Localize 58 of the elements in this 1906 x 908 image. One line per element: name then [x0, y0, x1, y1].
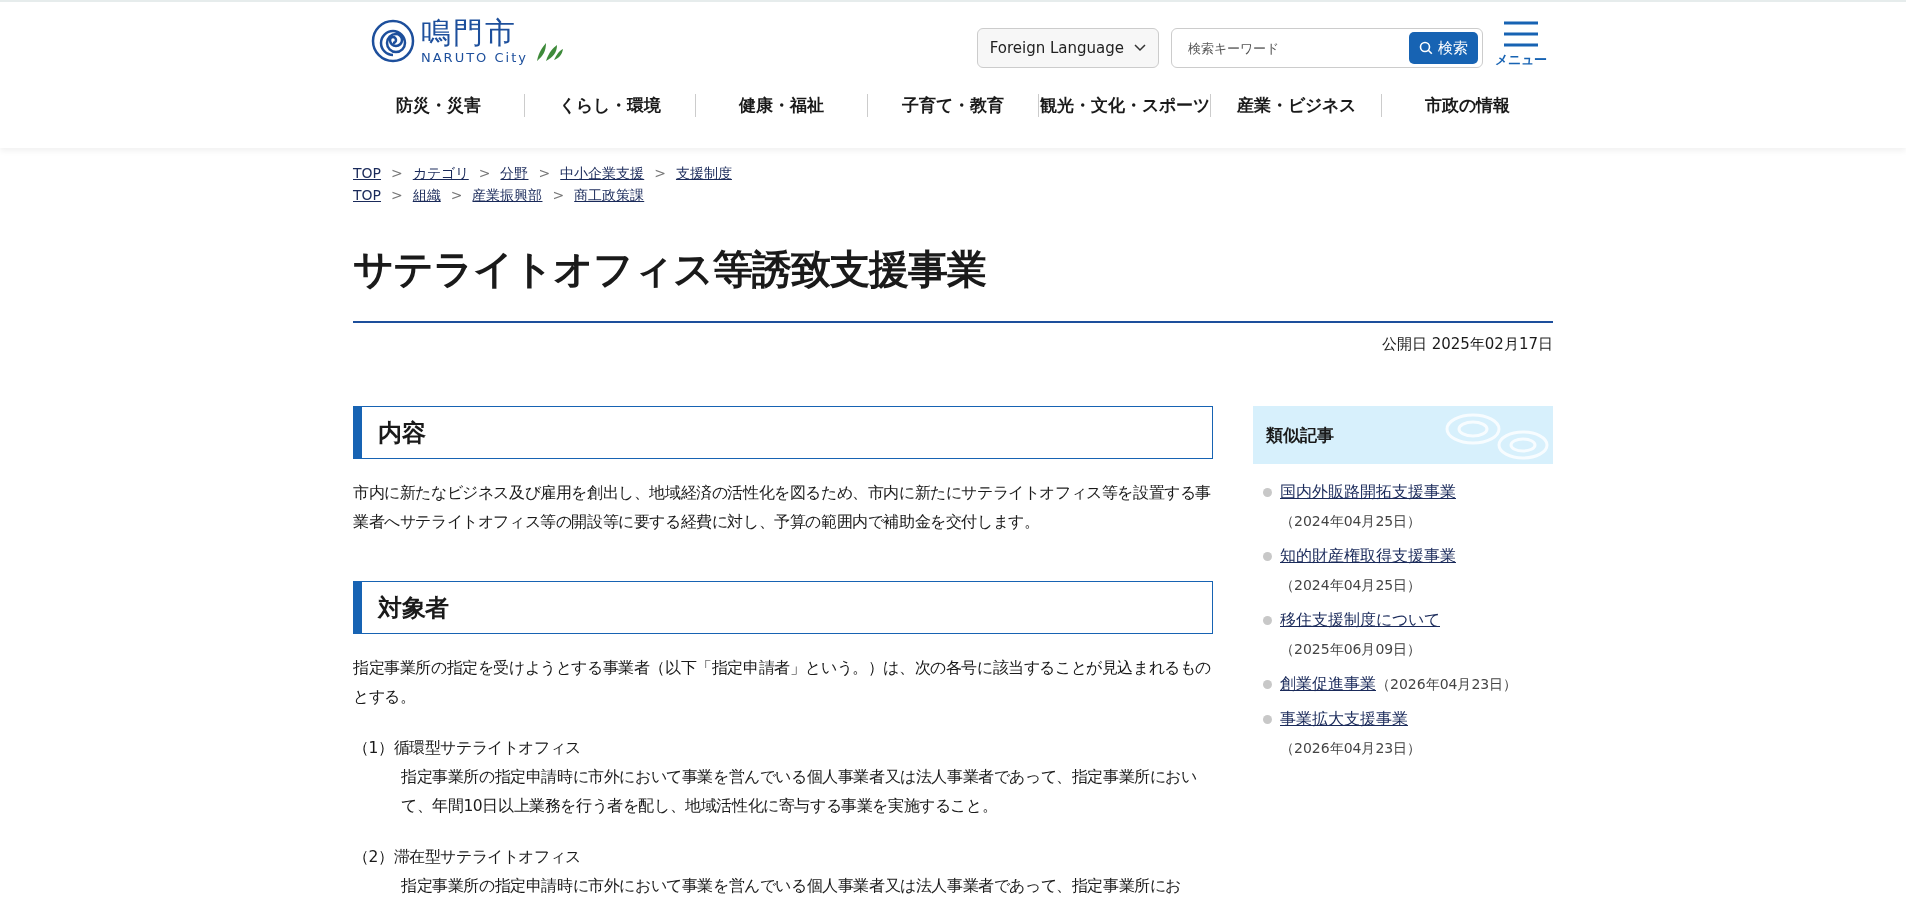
search-button[interactable]: 検索 — [1409, 32, 1478, 64]
nav-link[interactable]: 市政の情報 — [1381, 93, 1554, 117]
breadcrumb-link[interactable]: 分野 — [500, 165, 529, 181]
paragraph: 市内に新たなビジネス及び雇用を創出し、地域経済の活性化を図るため、市内に新たにサテライトオフィス等を設置する事業者へサテライトオフィス等の開設等に要する経費に対し、予算の範囲内で補助金を交付します。 — [353, 483, 1212, 533]
item-label: （1）循環型サテライトオフィス — [353, 738, 582, 759]
breadcrumb-link[interactable]: 組織 — [412, 187, 441, 203]
article-link[interactable]: 知的財産権取得支援事業 — [1280, 542, 1456, 571]
bullet-icon — [1263, 552, 1272, 561]
breadcrumb-separator: > — [391, 165, 403, 181]
page-title: サテライトオフィス等誘致支援事業 — [353, 242, 1553, 323]
language-dropdown[interactable]: Foreign Language — [976, 28, 1159, 68]
breadcrumb-separator: > — [450, 187, 463, 203]
breadcrumb-separator: > — [654, 165, 666, 181]
chevron-down-icon — [1134, 44, 1146, 52]
breadcrumb-link[interactable]: TOP — [353, 187, 381, 203]
nav-link[interactable]: 観光・文化・スポーツ — [1038, 93, 1210, 117]
menu-button[interactable]: メニュー — [1495, 20, 1547, 69]
site-logo[interactable]: 鳴門市 NARUTO City — [371, 16, 564, 65]
nav-link[interactable]: 健康・福祉 — [695, 93, 867, 117]
breadcrumb-separator: > — [478, 165, 491, 181]
bullet-icon — [1263, 715, 1272, 724]
paragraph: 指定事業所の指定申請時に市外において事業を営んでいる個人事業者又は法人事業者であって、指定事業所において、年間10日以上業務を行う者を配し、地域活性化に寄与する事業を実施すること。 — [400, 767, 1198, 817]
article-link[interactable]: 事業拡大支援事業 — [1280, 705, 1408, 734]
bullet-icon — [1263, 616, 1272, 625]
article-link[interactable]: 創業促進事業 — [1280, 670, 1376, 699]
article-link[interactable]: 移住支援制度について — [1280, 606, 1440, 635]
paragraph: 指定事業所の指定を受けようとする事業者（以下「指定申請者」という。）は、次の各号に該当することが見込まれるものとする。 — [353, 658, 1212, 708]
breadcrumb-link[interactable]: 中小企業支援 — [560, 165, 645, 181]
section-heading: 内容 — [353, 406, 1213, 459]
nav-link[interactable]: くらし・環境 — [523, 93, 696, 117]
article-date: （2026年04月23日） — [1376, 675, 1518, 694]
published-date: 公開日 2025年02月17日 — [1380, 335, 1553, 354]
breadcrumb-separator: > — [552, 187, 565, 203]
breadcrumb-separator: > — [538, 165, 551, 181]
article-link[interactable]: 国内外販路開拓支援事業 — [1280, 478, 1456, 507]
sidebar-heading: 類似記事 — [1253, 406, 1553, 464]
nav-link[interactable]: 防災・災害 — [353, 93, 524, 117]
menu-icon — [1502, 20, 1540, 48]
bullet-icon — [1263, 488, 1272, 497]
article-date: （2026年04月23日） — [1280, 739, 1422, 758]
bullet-icon — [1263, 680, 1272, 689]
breadcrumb-link[interactable]: 商工政策課 — [574, 187, 645, 203]
section-heading: 対象者 — [353, 581, 1213, 634]
paragraph: 指定事業所の指定申請時に市外において事業を営んでいる個人事業者又は法人事業者であって、指定事業所にお — [400, 876, 1182, 897]
article-date: （2025年06月09日） — [1280, 640, 1422, 659]
article-date: （2024年04月25日） — [1280, 576, 1422, 595]
breadcrumb-link[interactable]: 産業振興部 — [472, 187, 543, 203]
search-icon — [1419, 41, 1433, 55]
breadcrumb-link[interactable]: カテゴリ — [412, 165, 469, 181]
breadcrumb-link[interactable]: 支援制度 — [675, 165, 732, 181]
article-date: （2024年04月25日） — [1280, 512, 1422, 531]
breadcrumb-separator: > — [391, 187, 403, 203]
nav-link[interactable]: 子育て・教育 — [866, 93, 1039, 117]
search-field[interactable]: 検索キーワード 検索 — [1171, 28, 1483, 68]
item-label: （2）滞在型サテライトオフィス — [353, 847, 582, 868]
nav-link[interactable]: 産業・ビジネス — [1209, 93, 1382, 117]
spiral-logo-icon — [371, 18, 415, 63]
breadcrumb-link[interactable]: TOP — [353, 165, 381, 181]
